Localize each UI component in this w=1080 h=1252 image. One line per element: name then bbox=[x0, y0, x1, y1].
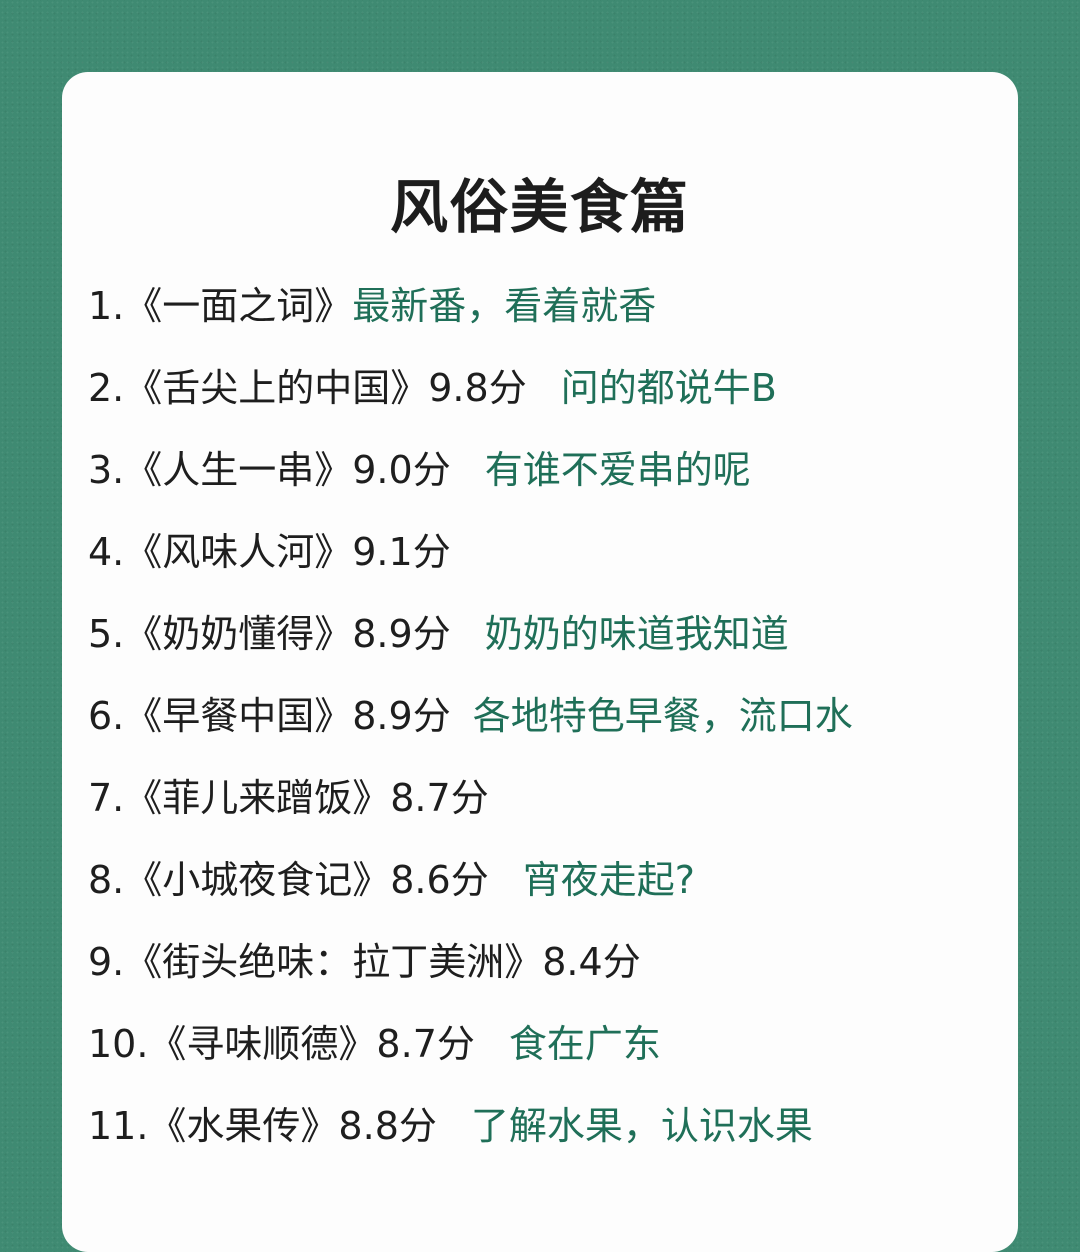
item-note: 最新番，看着就香 bbox=[352, 284, 657, 328]
list-item: 1.《一面之词》最新番，看着就香 bbox=[88, 280, 1048, 362]
item-note: 食在广东 bbox=[508, 1022, 661, 1066]
list-item: 2.《舌尖上的中国》9.8分 问的都说牛B bbox=[88, 362, 1048, 444]
item-title: 9.《街头绝味：拉丁美洲》8.4分 bbox=[88, 940, 641, 984]
item-title: 4.《风味人河》9.1分 bbox=[88, 530, 451, 574]
item-note: 奶奶的味道我知道 bbox=[484, 612, 789, 656]
item-title: 5.《奶奶懂得》8.9分 bbox=[88, 612, 451, 656]
item-note: 了解水果，认识水果 bbox=[470, 1104, 813, 1148]
item-note: 有谁不爱串的呢 bbox=[484, 448, 751, 492]
list-item: 4.《风味人河》9.1分 bbox=[88, 526, 1048, 608]
item-title: 10.《寻味顺德》8.7分 bbox=[88, 1022, 475, 1066]
list-item: 3.《人生一串》9.0分 有谁不爱串的呢 bbox=[88, 444, 1048, 526]
list-item: 9.《街头绝味：拉丁美洲》8.4分 bbox=[88, 936, 1048, 1018]
page-title: 风俗美食篇 bbox=[389, 173, 690, 241]
list-item: 11.《水果传》8.8分 了解水果，认识水果 bbox=[88, 1100, 1048, 1182]
documentary-list: 1.《一面之词》最新番，看着就香 2.《舌尖上的中国》9.8分 问的都说牛B 3.… bbox=[88, 280, 1048, 1182]
item-title: 3.《人生一串》9.0分 bbox=[88, 448, 451, 492]
list-item: 5.《奶奶懂得》8.9分 奶奶的味道我知道 bbox=[88, 608, 1048, 690]
item-title: 2.《舌尖上的中国》9.8分 bbox=[88, 366, 527, 410]
item-title: 11.《水果传》8.8分 bbox=[88, 1104, 437, 1148]
item-title: 8.《小城夜食记》8.6分 bbox=[88, 858, 489, 902]
item-title: 1.《一面之词》 bbox=[88, 284, 353, 328]
item-note: 宵夜走起? bbox=[522, 858, 695, 902]
item-note: 各地特色早餐，流口水 bbox=[472, 694, 853, 738]
item-note: 问的都说牛B bbox=[560, 366, 777, 410]
list-item: 8.《小城夜食记》8.6分 宵夜走起? bbox=[88, 854, 1048, 936]
item-title: 7.《菲儿来蹭饭》8.7分 bbox=[88, 776, 489, 820]
list-item: 7.《菲儿来蹭饭》8.7分 bbox=[88, 772, 1048, 854]
list-item: 6.《早餐中国》8.9分 各地特色早餐，流口水 bbox=[88, 690, 1048, 772]
item-title: 6.《早餐中国》8.9分 bbox=[88, 694, 451, 738]
list-item: 10.《寻味顺德》8.7分 食在广东 bbox=[88, 1018, 1048, 1100]
